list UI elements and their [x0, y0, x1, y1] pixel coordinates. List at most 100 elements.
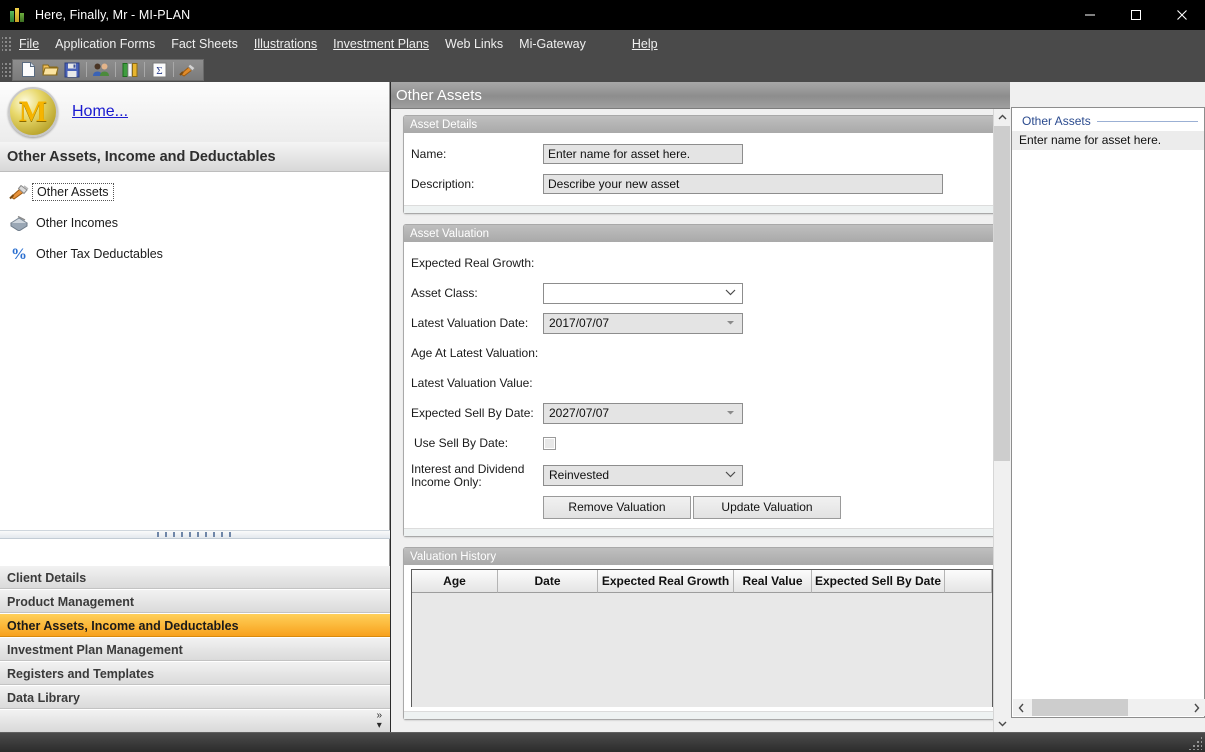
close-icon[interactable] — [1159, 0, 1205, 30]
sidebar-expand-bar[interactable]: » ▾ — [0, 710, 390, 732]
interest-dividend-label: Interest and Dividend Income Only: — [411, 462, 543, 489]
window-title: Here, Finally, Mr - MI-PLAN — [35, 8, 191, 22]
save-disk-icon[interactable] — [61, 60, 83, 80]
right-panel-title-row: Other Assets — [1012, 108, 1204, 130]
nav-item-registers-and-templates[interactable]: Registers and Templates — [0, 662, 390, 686]
percent-icon: % — [6, 243, 32, 265]
asset-name-input[interactable]: Enter name for asset here. — [543, 144, 743, 164]
scroll-left-icon[interactable] — [1013, 699, 1030, 716]
sidebar-item-label: Other Assets — [32, 182, 114, 201]
clients-people-icon[interactable] — [90, 60, 112, 80]
column-header-real-value[interactable]: Real Value — [734, 570, 812, 593]
h-scrollbar-track[interactable] — [1030, 699, 1188, 716]
menu-item-help[interactable]: Help — [624, 34, 666, 54]
status-bar — [0, 732, 1205, 752]
asset-valuation-body: Expected Real Growth: 0.00% Asset Class: — [404, 242, 999, 528]
menu-item-illustrations[interactable]: Illustrations — [246, 34, 325, 54]
right-panel-title: Other Assets — [1022, 114, 1091, 128]
right-horizontal-scrollbar[interactable] — [1013, 699, 1205, 716]
right-tree-panel: Other Assets Enter name for asset here. — [1011, 107, 1205, 718]
tools-icon[interactable] — [177, 60, 199, 80]
column-header-expected-real-growth[interactable]: Expected Real Growth — [598, 570, 734, 593]
scroll-right-icon[interactable] — [1188, 699, 1205, 716]
use-sell-by-date-label: Use Sell By Date: — [414, 436, 509, 450]
asset-valuation-group-title: Asset Valuation — [404, 225, 999, 242]
list-item[interactable]: Enter name for asset here. — [1012, 131, 1204, 150]
expected-sell-by-date-picker[interactable]: 2027/07/07 — [543, 402, 743, 424]
resize-grip-icon[interactable] — [1188, 736, 1202, 750]
scrollbar-track[interactable] — [994, 126, 1011, 715]
valuation-history-group-title: Valuation History — [404, 548, 999, 565]
main-content-panel: Other Assets Asset Details Name: Enter n… — [391, 82, 1011, 732]
sidebar-splitter[interactable] — [0, 530, 390, 539]
update-valuation-button[interactable]: Update Valuation — [693, 495, 841, 519]
inbox-tray-icon — [6, 212, 32, 234]
application-window: Here, Finally, Mr - MI-PLAN File Applica… — [0, 0, 1205, 752]
asset-details-group-title: Asset Details — [404, 116, 999, 133]
home-link[interactable]: Home... — [72, 103, 128, 121]
column-header-expected-sell-by-date[interactable]: Expected Sell By Date — [812, 570, 945, 593]
valuation-history-table: Age Date Expected Real Growth Real Value… — [411, 569, 993, 707]
menu-grip-handle[interactable] — [2, 34, 11, 53]
open-folder-icon[interactable] — [39, 60, 61, 80]
column-header-date[interactable]: Date — [498, 570, 598, 593]
splitter-grip-icon — [157, 532, 233, 537]
nav-item-investment-plan-management[interactable]: Investment Plan Management — [0, 638, 390, 662]
logo-letter: M — [18, 95, 48, 128]
nav-item-other-assets-income-and-deductables[interactable]: Other Assets, Income and Deductables — [0, 614, 390, 638]
toolbar-separator — [86, 62, 87, 77]
menu-item-file[interactable]: File — [11, 34, 47, 54]
expected-sell-by-date-label: Expected Sell By Date: — [411, 406, 534, 420]
sidebar-header: M Home... — [0, 82, 389, 142]
asset-details-body: Name: Enter name for asset here. Descrip… — [404, 133, 999, 205]
chevron-down-icon: ▾ — [376, 720, 382, 731]
asset-valuation-group-footer — [404, 528, 999, 536]
h-scrollbar-thumb[interactable] — [1032, 699, 1128, 716]
asset-description-input[interactable]: Describe your new asset — [543, 174, 943, 194]
form-scroll-area: Asset Details Name: Enter name for asset… — [391, 109, 1010, 732]
nav-item-client-details[interactable]: Client Details — [0, 566, 390, 590]
latest-valuation-value-row: Latest Valuation Value: R0 — [404, 368, 999, 398]
books-icon[interactable] — [119, 60, 141, 80]
sidebar-item-other-tax-deductables[interactable]: % Other Tax Deductables — [0, 238, 389, 269]
interest-dividend-select[interactable]: Reinvested — [543, 464, 743, 486]
minimize-icon[interactable] — [1067, 0, 1113, 30]
sigma-icon[interactable]: Σ — [148, 60, 170, 80]
asset-class-select[interactable] — [543, 282, 743, 304]
scroll-up-icon[interactable] — [994, 109, 1011, 126]
column-header-age[interactable]: Age — [412, 570, 498, 593]
asset-details-group: Asset Details Name: Enter name for asset… — [403, 115, 1000, 214]
scrollbar-thumb[interactable] — [994, 126, 1011, 461]
valuation-history-header-row: Age Date Expected Real Growth Real Value… — [412, 570, 992, 593]
valuation-history-body — [412, 593, 992, 707]
use-sell-by-date-row: Use Sell By Date: — [404, 428, 999, 458]
sidebar-item-label: Other Tax Deductables — [36, 246, 163, 261]
menu-item-web-links[interactable]: Web Links — [437, 34, 511, 54]
expected-real-growth-row: Expected Real Growth: 0.00% — [404, 248, 999, 278]
menu-item-application-forms[interactable]: Application Forms — [47, 34, 163, 54]
toolbar: Σ — [0, 57, 1205, 82]
menu-item-investment-plans[interactable]: Investment Plans — [325, 34, 437, 54]
scroll-down-icon[interactable] — [994, 715, 1011, 732]
menu-investment-plans-label: Investment Plans — [333, 36, 430, 51]
caret-down-icon — [725, 318, 740, 328]
asset-description-label: Description: — [411, 177, 475, 191]
menu-item-mi-gateway[interactable]: Mi-Gateway — [511, 34, 594, 54]
sidebar-item-other-assets[interactable]: Other Assets — [0, 176, 389, 207]
sidebar-item-other-incomes[interactable]: Other Incomes — [0, 207, 389, 238]
chevron-double-right-icon[interactable]: » ▾ — [376, 711, 382, 731]
nav-item-data-library[interactable]: Data Library — [0, 686, 390, 710]
toolbar-grip-handle[interactable] — [2, 60, 11, 79]
remove-valuation-button[interactable]: Remove Valuation — [543, 495, 691, 519]
nav-item-product-management[interactable]: Product Management — [0, 590, 390, 614]
menu-item-fact-sheets[interactable]: Fact Sheets — [163, 34, 246, 54]
latest-valuation-date-picker[interactable]: 2017/07/07 — [543, 312, 743, 334]
main-vertical-scrollbar[interactable] — [993, 109, 1011, 732]
maximize-icon[interactable] — [1113, 0, 1159, 30]
toolbar-strip: Σ — [12, 58, 204, 81]
new-document-icon[interactable] — [17, 60, 39, 80]
asset-class-row: Asset Class: — [404, 278, 999, 308]
mi-plan-logo-icon: M — [8, 87, 58, 137]
sidebar-nav-list: Client Details Product Management Other … — [0, 566, 390, 710]
use-sell-by-date-checkbox[interactable] — [543, 436, 556, 450]
